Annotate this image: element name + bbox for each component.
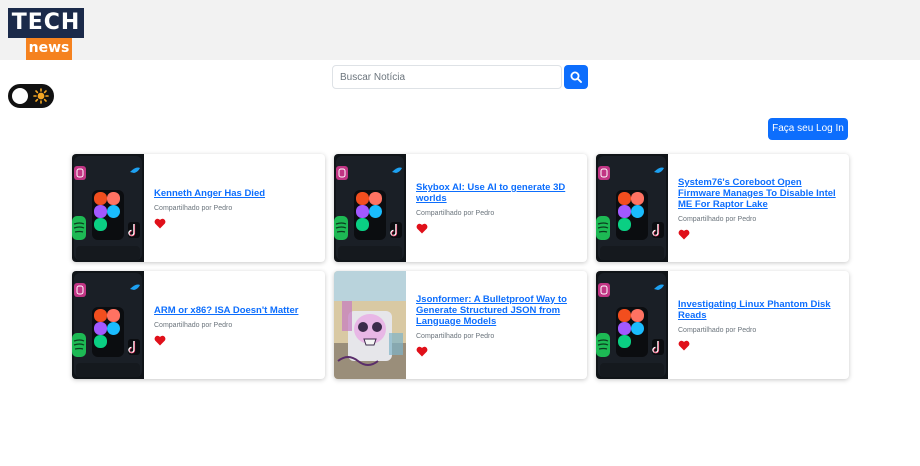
article-thumbnail[interactable] bbox=[334, 154, 406, 262]
logo-tech-text: TECH bbox=[8, 8, 84, 38]
article-body: Investigating Linux Phantom Disk Reads C… bbox=[678, 271, 841, 379]
article-body: System76's Coreboot Open Firmware Manage… bbox=[678, 154, 841, 262]
theme-toggle[interactable] bbox=[8, 84, 54, 108]
heart-icon[interactable] bbox=[154, 218, 166, 229]
article-thumbnail[interactable] bbox=[596, 271, 668, 379]
article-thumbnail[interactable] bbox=[72, 154, 144, 262]
heart-icon[interactable] bbox=[154, 335, 166, 346]
article-title-link[interactable]: ARM or x86? ISA Doesn't Matter bbox=[154, 305, 317, 316]
sun-icon bbox=[33, 88, 49, 104]
article-thumbnail[interactable] bbox=[596, 154, 668, 262]
article-body: Kenneth Anger Has Died Compartilhado por… bbox=[154, 154, 317, 262]
heart-icon[interactable] bbox=[416, 223, 428, 234]
search-button[interactable] bbox=[564, 65, 588, 89]
article-thumbnail[interactable] bbox=[334, 271, 406, 379]
article-shared-by: Compartilhado por Pedro bbox=[154, 204, 233, 212]
article-title-link[interactable]: Jsonformer: A Bulletproof Way to Generat… bbox=[416, 294, 579, 327]
article-card[interactable]: Jsonformer: A Bulletproof Way to Generat… bbox=[334, 271, 587, 379]
article-thumbnail[interactable] bbox=[72, 271, 144, 379]
article-shared-by: Compartilhado por Pedro bbox=[678, 215, 757, 223]
article-title-link[interactable]: System76's Coreboot Open Firmware Manage… bbox=[678, 177, 841, 210]
heart-icon[interactable] bbox=[678, 229, 690, 240]
article-body: Jsonformer: A Bulletproof Way to Generat… bbox=[416, 271, 579, 379]
search-input[interactable] bbox=[332, 65, 562, 89]
heart-icon[interactable] bbox=[678, 340, 690, 351]
article-card[interactable]: System76's Coreboot Open Firmware Manage… bbox=[596, 154, 849, 262]
search-bar bbox=[332, 65, 590, 89]
article-title-link[interactable]: Skybox AI: Use AI to generate 3D worlds bbox=[416, 182, 579, 204]
article-grid: Kenneth Anger Has Died Compartilhado por… bbox=[72, 154, 849, 379]
article-card[interactable]: Investigating Linux Phantom Disk Reads C… bbox=[596, 271, 849, 379]
search-icon bbox=[570, 71, 582, 83]
article-card[interactable]: ARM or x86? ISA Doesn't Matter Compartil… bbox=[72, 271, 325, 379]
article-title-link[interactable]: Kenneth Anger Has Died bbox=[154, 188, 317, 199]
article-shared-by: Compartilhado por Pedro bbox=[416, 210, 495, 217]
article-card[interactable]: Kenneth Anger Has Died Compartilhado por… bbox=[72, 154, 325, 262]
article-shared-by: Compartilhado por Pedro bbox=[678, 327, 757, 334]
article-body: Skybox AI: Use AI to generate 3D worlds … bbox=[416, 154, 579, 262]
article-card[interactable]: Skybox AI: Use AI to generate 3D worlds … bbox=[334, 154, 587, 262]
logo-news-text: news bbox=[26, 38, 72, 60]
toggle-knob bbox=[12, 88, 28, 104]
article-shared-by: Compartilhado por Pedro bbox=[416, 332, 495, 340]
login-button[interactable]: Faça seu Log In bbox=[768, 118, 848, 140]
heart-icon[interactable] bbox=[416, 346, 428, 357]
site-logo[interactable]: TECH news bbox=[8, 8, 84, 60]
article-body: ARM or x86? ISA Doesn't Matter Compartil… bbox=[154, 271, 317, 379]
top-bar: TECH news bbox=[0, 0, 920, 60]
article-title-link[interactable]: Investigating Linux Phantom Disk Reads bbox=[678, 299, 841, 321]
article-shared-by: Compartilhado por Pedro bbox=[154, 321, 233, 329]
